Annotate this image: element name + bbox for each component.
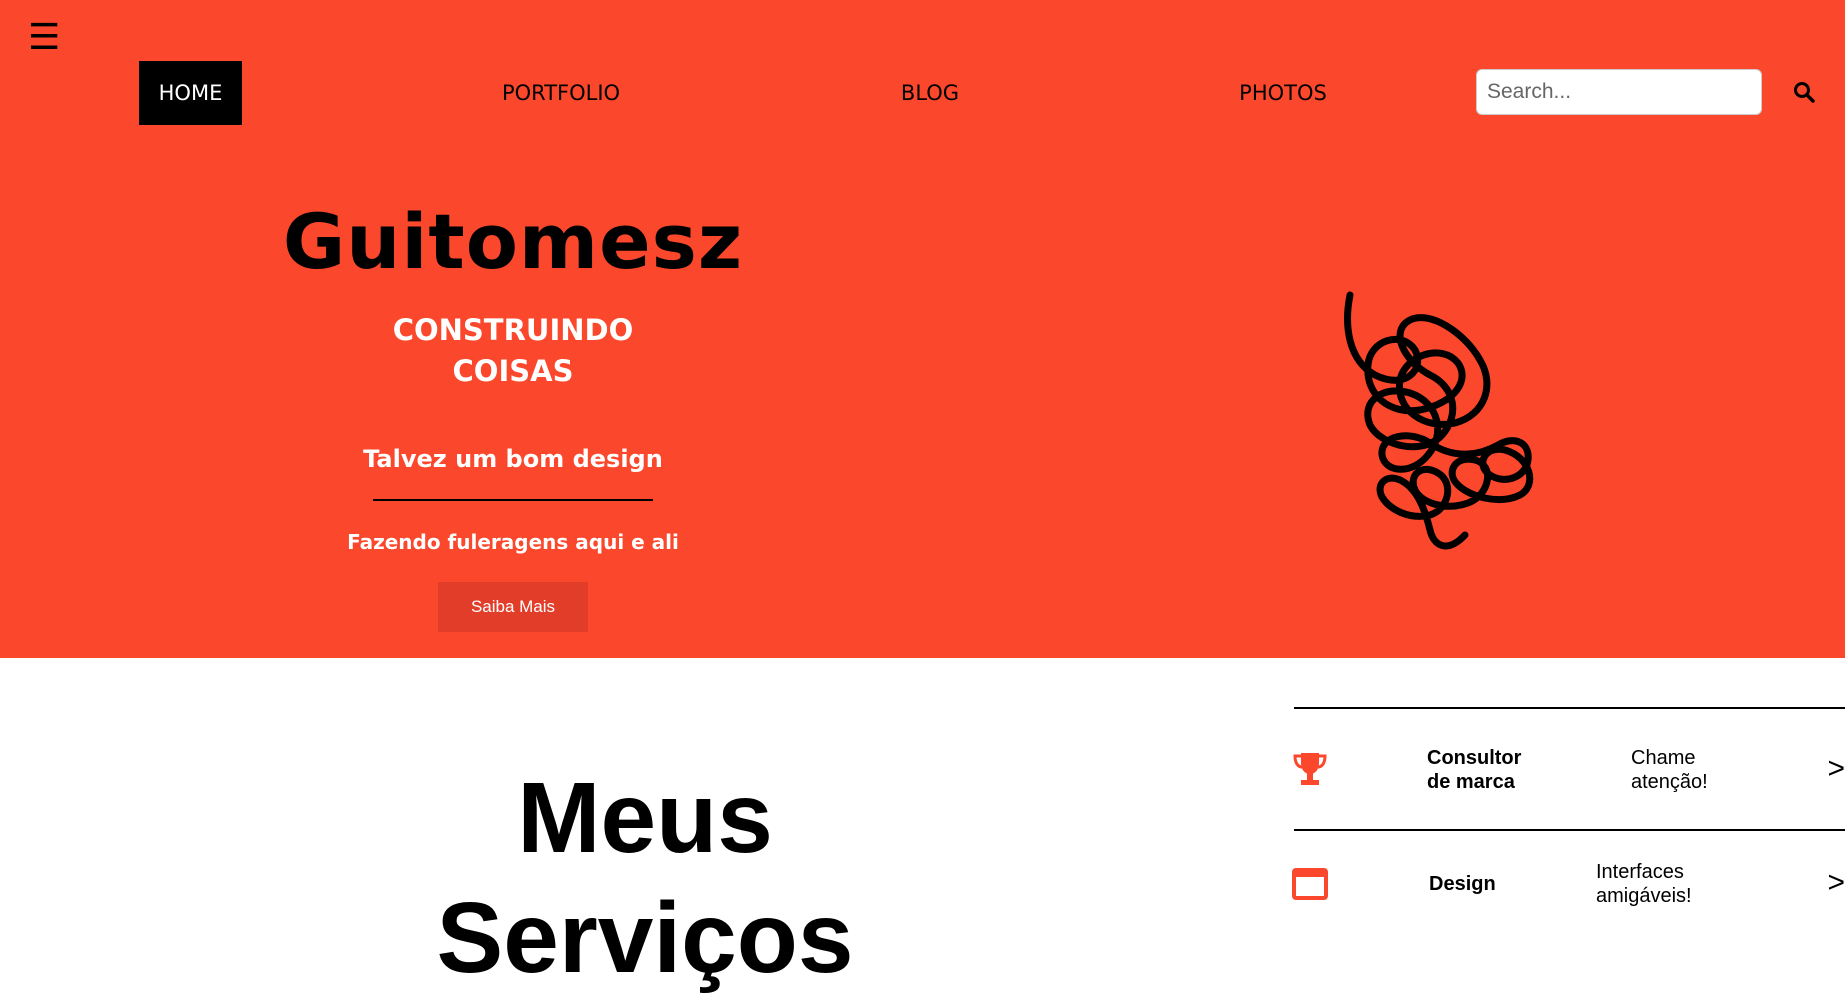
browser-window-icon bbox=[1292, 868, 1328, 900]
service-description: Interfaces amigáveis! bbox=[1596, 860, 1692, 908]
service-item-brand-consultant[interactable]: Consultor de marca Chame atenção! > bbox=[1290, 710, 1845, 826]
hamburger-menu-icon[interactable]: ☰ bbox=[28, 20, 60, 56]
service-description: Chame atenção! bbox=[1631, 746, 1708, 794]
section-title-line2: Serviços bbox=[436, 882, 854, 994]
trophy-icon bbox=[1293, 753, 1327, 785]
scribble-illustration bbox=[1344, 291, 1534, 550]
service-description-line2: amigáveis! bbox=[1596, 885, 1692, 907]
hero-subtitle: CONSTRUINDO COISAS bbox=[340, 310, 686, 392]
hero-subtitle-line2: COISAS bbox=[452, 354, 574, 388]
hero-divider bbox=[373, 499, 653, 501]
service-name: Design bbox=[1429, 872, 1496, 896]
search-input[interactable] bbox=[1476, 69, 1762, 115]
service-name-line2: de marca bbox=[1427, 771, 1515, 793]
nav-photos-link[interactable]: PHOTOS bbox=[1228, 61, 1338, 125]
service-item-design[interactable]: Design Interfaces amigáveis! > bbox=[1290, 832, 1845, 948]
chevron-right-icon[interactable]: > bbox=[1827, 866, 1845, 900]
service-divider bbox=[1294, 707, 1845, 709]
section-title-line1: Meus bbox=[517, 762, 773, 874]
service-description-line1: Interfaces bbox=[1596, 861, 1684, 883]
service-name-line1: Consultor bbox=[1427, 747, 1522, 769]
hero-tagline: Talvez um bom design bbox=[363, 445, 663, 473]
nav-blog-link[interactable]: BLOG bbox=[888, 61, 972, 125]
nav-portfolio-link[interactable]: PORTFOLIO bbox=[490, 61, 632, 125]
service-name-line1: Design bbox=[1429, 873, 1496, 895]
saiba-mais-button[interactable]: Saiba Mais bbox=[438, 582, 588, 632]
search-icon[interactable] bbox=[1792, 80, 1816, 104]
hero-subtitle-line1: CONSTRUINDO bbox=[392, 313, 634, 347]
chevron-right-icon[interactable]: > bbox=[1827, 752, 1845, 786]
service-description-line2: atenção! bbox=[1631, 771, 1708, 793]
hero-description: Fazendo fuleragens aqui e ali bbox=[347, 530, 679, 554]
service-name: Consultor de marca bbox=[1427, 746, 1521, 794]
hero-title: Guitomesz bbox=[282, 197, 744, 286]
service-divider bbox=[1294, 829, 1845, 831]
nav-home-link[interactable]: HOME bbox=[139, 61, 242, 125]
service-description-line1: Chame bbox=[1631, 747, 1696, 769]
